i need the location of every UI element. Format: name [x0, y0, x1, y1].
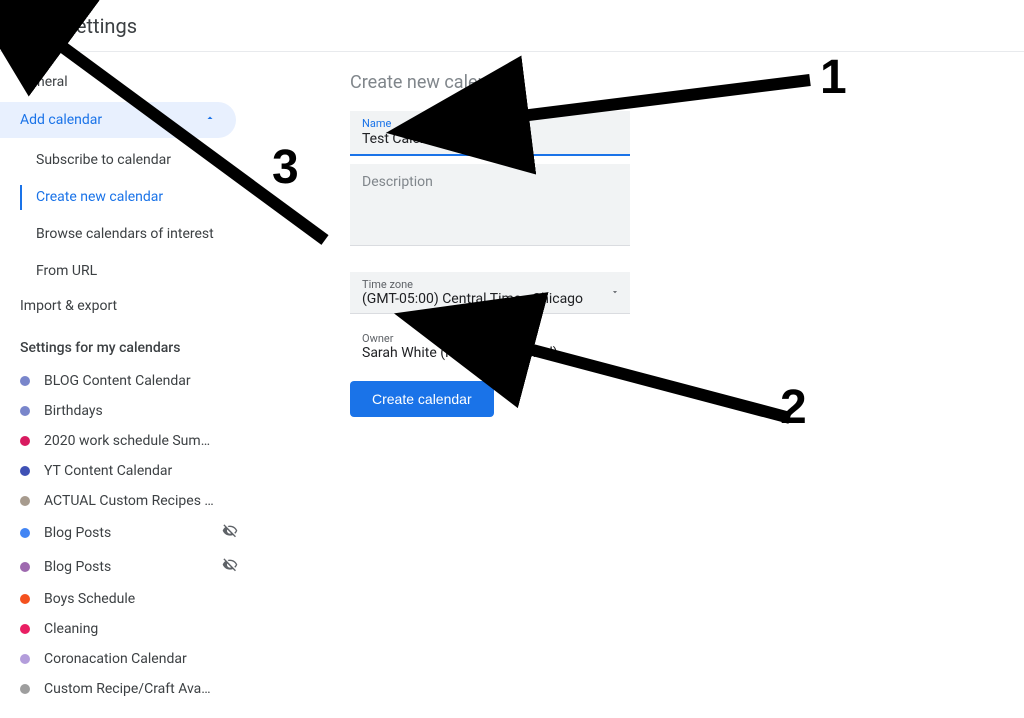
calendar-color-dot [20, 654, 30, 664]
calendar-label: Coronacation Calendar [44, 651, 214, 667]
page-title: Settings [64, 14, 137, 38]
sidebar-subitem-browse[interactable]: Browse calendars of interest [0, 216, 260, 253]
back-arrow-icon[interactable] [20, 14, 44, 38]
hidden-eye-icon [222, 523, 238, 543]
calendar-label: Custom Recipe/Craft Availa… [44, 681, 214, 697]
calendar-color-dot [20, 684, 30, 694]
timezone-value: (GMT-05:00) Central Time - Chicago [362, 291, 618, 307]
sidebar: General Add calendar Subscribe to calend… [0, 52, 260, 718]
owner-label: Owner [362, 332, 1024, 345]
timezone-select[interactable]: Time zone (GMT-05:00) Central Time - Chi… [350, 272, 630, 314]
calendar-list-item[interactable]: YT Content Calendar [0, 456, 260, 486]
calendar-label: Cleaning [44, 621, 214, 637]
sidebar-item-import-export[interactable]: Import & export [0, 290, 260, 322]
name-label: Name [362, 117, 618, 130]
calendar-label: 2020 work schedule Summer [44, 433, 214, 449]
calendar-label: YT Content Calendar [44, 463, 214, 479]
section-label-my-calendars: Settings for my calendars [0, 322, 260, 366]
create-calendar-button[interactable]: Create calendar [350, 381, 494, 417]
calendar-list-item[interactable]: Blog Posts [0, 550, 260, 584]
name-field[interactable]: Name Test Calendar [350, 111, 630, 156]
calendar-color-dot [20, 528, 30, 538]
calendar-label: Boys Schedule [44, 591, 214, 607]
hidden-eye-icon [222, 557, 238, 577]
owner-display: Owner Sarah White (Planning Inspired) [362, 332, 1024, 361]
sidebar-item-label: Add calendar [20, 112, 102, 128]
sidebar-subitem-subscribe[interactable]: Subscribe to calendar [0, 142, 260, 179]
calendar-label: Birthdays [44, 403, 214, 419]
calendar-color-dot [20, 496, 30, 506]
calendar-color-dot [20, 624, 30, 634]
main-content: Create new calendar Name Test Calendar D… [260, 52, 1024, 718]
calendar-list-item[interactable]: Cleaning [0, 614, 260, 644]
form-heading: Create new calendar [350, 72, 1024, 93]
calendar-list-item[interactable]: ACTUAL Custom Recipes Due [0, 486, 260, 516]
calendar-list-item[interactable]: Blog Posts [0, 516, 260, 550]
calendar-list-item[interactable]: BLOG Content Calendar [0, 366, 260, 396]
owner-value: Sarah White (Planning Inspired) [362, 345, 1024, 361]
timezone-label: Time zone [362, 278, 618, 291]
sidebar-subitem-from-url[interactable]: From URL [0, 253, 260, 290]
calendar-list-item[interactable]: Boys Schedule [0, 584, 260, 614]
header: Settings [0, 0, 1024, 52]
calendar-list-item[interactable]: 2020 work schedule Summer [0, 426, 260, 456]
calendar-label: BLOG Content Calendar [44, 373, 214, 389]
calendar-color-dot [20, 466, 30, 476]
calendar-color-dot [20, 376, 30, 386]
sidebar-subitem-create-new[interactable]: Create new calendar [0, 179, 260, 216]
calendar-label: ACTUAL Custom Recipes Due [44, 493, 214, 509]
caret-down-icon [610, 285, 620, 301]
sidebar-item-general[interactable]: General [0, 66, 260, 98]
calendar-color-dot [20, 436, 30, 446]
description-label: Description [362, 174, 618, 190]
name-input[interactable]: Test Calendar [362, 130, 618, 148]
chevron-up-icon [204, 112, 216, 128]
calendar-label: Blog Posts [44, 559, 214, 575]
sidebar-item-add-calendar[interactable]: Add calendar [0, 102, 236, 138]
description-field[interactable]: Description [350, 164, 630, 246]
calendar-label: Blog Posts [44, 525, 214, 541]
calendar-list-item[interactable]: Birthdays [0, 396, 260, 426]
calendar-list-item[interactable]: Custom Recipe/Craft Availa… [0, 674, 260, 704]
calendar-list-item[interactable]: Coronacation Calendar [0, 644, 260, 674]
calendar-color-dot [20, 594, 30, 604]
calendar-color-dot [20, 562, 30, 572]
calendar-color-dot [20, 406, 30, 416]
